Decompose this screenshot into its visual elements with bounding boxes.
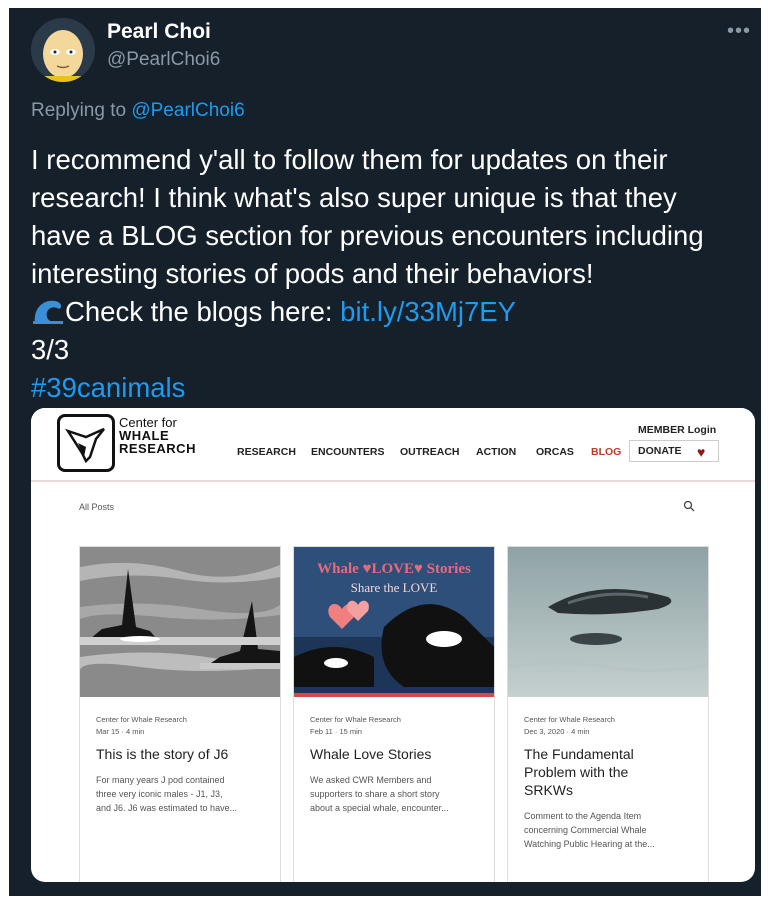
body-line: research! I think what's also super uniq…: [31, 182, 677, 213]
post-excerpt: about a special whale, encounter...: [310, 803, 449, 813]
body-line: have a BLOG section for previous encount…: [31, 220, 704, 251]
thread-counter: 3/3: [31, 334, 70, 365]
replying-to: Replying to @PearlChoi6: [31, 100, 245, 122]
site-logo-text[interactable]: Center for WHALE RESEARCH: [119, 416, 196, 455]
blog-link[interactable]: bit.ly/33Mj7EY: [340, 296, 516, 327]
post-title[interactable]: Whale Love Stories: [310, 745, 480, 763]
blog-post-card[interactable]: Center for Whale Research Mar 15 · 4 min…: [79, 546, 281, 882]
post-excerpt: concerning Commercial Whale: [524, 825, 647, 835]
nav-orcas[interactable]: ORCAS: [536, 446, 574, 458]
body-line: I recommend y'all to follow them for upd…: [31, 144, 668, 175]
site-header: Center for WHALE RESEARCH RESEARCH ENCOU…: [31, 408, 755, 482]
author-handle[interactable]: @PearlChoi6: [107, 49, 220, 71]
logo-line: RESEARCH: [119, 441, 196, 456]
nav-research[interactable]: RESEARCH: [237, 446, 296, 458]
body-line: interesting stories of pods and their be…: [31, 258, 594, 289]
reply-handle-link[interactable]: @PearlChoi6: [131, 100, 244, 121]
all-posts-link[interactable]: All Posts: [79, 502, 114, 512]
post-title[interactable]: The Fundamental Problem with the SRKWs: [524, 745, 694, 799]
post-title[interactable]: This is the story of J6: [96, 745, 266, 763]
post-date: Mar 15 · 4 min: [96, 727, 145, 736]
water-wave-icon: [33, 300, 63, 324]
avatar-image: [31, 18, 95, 82]
post-excerpt: We asked CWR Members and: [310, 775, 432, 785]
avatar[interactable]: [31, 18, 95, 82]
donate-button[interactable]: DONATE: [629, 440, 719, 462]
post-excerpt: For many years J pod contained: [96, 775, 225, 785]
nav-action[interactable]: ACTION: [476, 446, 516, 458]
post-title-line: The Fundamental: [524, 746, 634, 762]
nav-encounters[interactable]: ENCOUNTERS: [311, 446, 385, 458]
post-author[interactable]: Center for Whale Research: [524, 715, 615, 724]
author-name[interactable]: Pearl Choi: [107, 20, 211, 44]
tweet-body: I recommend y'all to follow them for upd…: [31, 141, 751, 407]
hashtag-link[interactable]: #39canimals: [31, 369, 751, 407]
reply-prefix: Replying to: [31, 100, 127, 121]
check-text: Check the blogs here:: [65, 296, 341, 327]
post-excerpt: Comment to the Agenda Item: [524, 811, 642, 821]
nav-outreach[interactable]: OUTREACH: [400, 446, 460, 458]
post-date: Dec 3, 2020 · 4 min: [524, 727, 590, 736]
post-excerpt: and J6. J6 was estimated to have...: [96, 803, 238, 813]
post-image-orcas: [80, 547, 280, 697]
blog-post-card[interactable]: Whale ♥LOVE♥ Stories Share the LOVE Cent…: [293, 546, 495, 882]
donate-label: DONATE: [638, 445, 682, 457]
nav-blog[interactable]: BLOG: [591, 446, 621, 458]
post-title-line: SRKWs: [524, 782, 573, 798]
post-excerpt: Watching Public Hearing at the...: [524, 839, 655, 849]
tweet: Pearl Choi @PearlChoi6 ••• Replying to @…: [9, 8, 761, 896]
post-excerpt: supporters to share a short story: [310, 789, 440, 799]
heart-icon: ♥: [697, 444, 706, 460]
attached-image[interactable]: Center for WHALE RESEARCH RESEARCH ENCOU…: [31, 408, 755, 882]
post-author[interactable]: Center for Whale Research: [310, 715, 401, 724]
post-date: Feb 11 · 15 min: [310, 727, 362, 736]
post-excerpt: three very iconic males - J1, J3,: [96, 789, 223, 799]
blog-post-card[interactable]: Center for Whale Research Dec 3, 2020 · …: [507, 546, 709, 882]
member-login-link[interactable]: MEMBER Login: [638, 424, 716, 436]
post-image-whale-love: Whale ♥LOVE♥ Stories Share the LOVE: [294, 547, 494, 697]
post-title-line: Problem with the: [524, 764, 629, 780]
whale-logo-icon: [57, 414, 115, 472]
check-line: Check the blogs here: bit.ly/33Mj7EY: [31, 293, 751, 331]
more-options-icon[interactable]: •••: [727, 20, 751, 43]
post-author[interactable]: Center for Whale Research: [96, 715, 187, 724]
post-image-subtitle: Share the LOVE: [350, 580, 438, 595]
post-image-banner: Whale ♥LOVE♥ Stories: [317, 561, 471, 577]
post-image-orca-surface: [508, 547, 708, 697]
search-icon[interactable]: [683, 500, 695, 512]
